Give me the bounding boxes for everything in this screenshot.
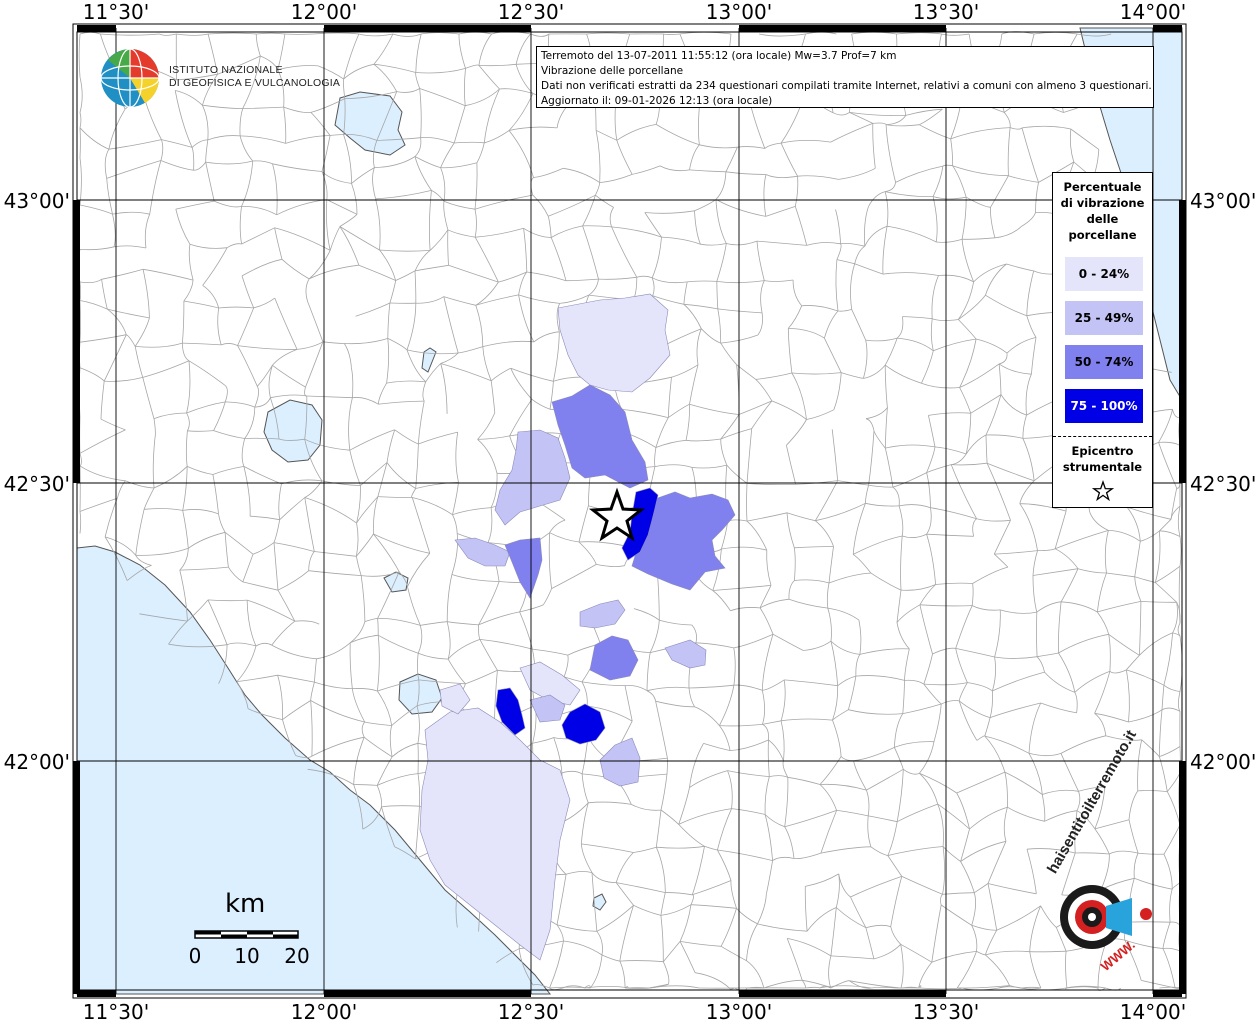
legend-title: Percentuale di vibrazione delle porcella… (1053, 179, 1152, 243)
lat-tick-left: 42°30' (3, 472, 70, 496)
legend-swatch-50-74: 50 - 74% (1065, 345, 1143, 379)
legend-label: 0 - 24% (1078, 267, 1130, 281)
lon-tick-bottom: 13°00' (705, 1000, 773, 1024)
ingv-logo-icon (100, 48, 160, 108)
legend-title-line: porcellane (1068, 228, 1137, 242)
lon-tick-bottom: 11°30' (82, 1000, 150, 1024)
map-canvas (72, 23, 1187, 999)
legend-title-line: Percentuale (1063, 180, 1142, 194)
legend: Percentuale di vibrazione delle porcella… (1052, 172, 1153, 508)
update-time: Aggiornato il: 09-01-2026 12:13 (ora loc… (541, 95, 773, 107)
scale-label: 0 (188, 944, 202, 968)
legend-swatch-0-24: 0 - 24% (1065, 257, 1143, 291)
lon-tick-top: 12°00' (290, 0, 358, 24)
lat-tick-left: 43°00' (3, 189, 70, 213)
lon-tick-top: 14°00' (1119, 0, 1187, 24)
legend-epicenter-line: strumentale (1062, 460, 1143, 474)
lon-tick-top: 11°30' (82, 0, 150, 24)
legend-title-line: di vibrazione (1060, 196, 1145, 210)
legend-title-line: delle (1086, 212, 1119, 226)
data-note: Dati non verificati estratti da 234 ques… (541, 80, 1152, 92)
lat-tick-right: 42°00' (1190, 750, 1255, 774)
lon-tick-top: 12°30' (497, 0, 565, 24)
lat-tick-right: 42°30' (1190, 472, 1255, 496)
legend-swatch-25-49: 25 - 49% (1065, 301, 1143, 335)
legend-separator (1053, 436, 1152, 437)
legend-swatch-75-100: 75 - 100% (1065, 389, 1143, 423)
event-info-box: Terremoto del 13-07-2011 11:55:12 (ora l… (536, 46, 1154, 108)
map-subject: Vibrazione delle porcellane (541, 65, 684, 77)
ingv-line-1: ISTITUTO NAZIONALE (169, 64, 283, 76)
lon-tick-top: 13°00' (705, 0, 773, 24)
lon-tick-bottom: 14°00' (1119, 1000, 1187, 1024)
lon-tick-bottom: 13°30' (912, 1000, 980, 1024)
legend-label: 50 - 74% (1074, 355, 1134, 369)
lat-tick-left: 42°00' (3, 750, 70, 774)
lat-tick-right: 43°00' (1190, 189, 1255, 213)
ingv-line-2: DI GEOFISICA E VULCANOLOGIA (169, 77, 341, 89)
legend-label: 75 - 100% (1070, 399, 1138, 413)
ingv-logo-text: ISTITUTO NAZIONALE DI GEOFISICA E VULCAN… (169, 64, 340, 90)
lon-tick-bottom: 12°00' (290, 1000, 358, 1024)
lon-tick-top: 13°30' (912, 0, 980, 24)
legend-label: 25 - 49% (1074, 311, 1134, 325)
scale-unit: km (225, 889, 266, 919)
lon-tick-bottom: 12°30' (497, 1000, 565, 1024)
legend-epicenter-line: Epicentro (1071, 444, 1134, 458)
scale-label: 20 (284, 944, 310, 968)
legend-epicenter-label: Epicentro strumentale (1053, 443, 1152, 475)
event-title: Terremoto del 13-07-2011 11:55:12 (ora l… (541, 50, 897, 62)
scale-bar (194, 930, 299, 939)
scale-label: 10 (234, 944, 260, 968)
legend-star-icon (1091, 480, 1115, 502)
